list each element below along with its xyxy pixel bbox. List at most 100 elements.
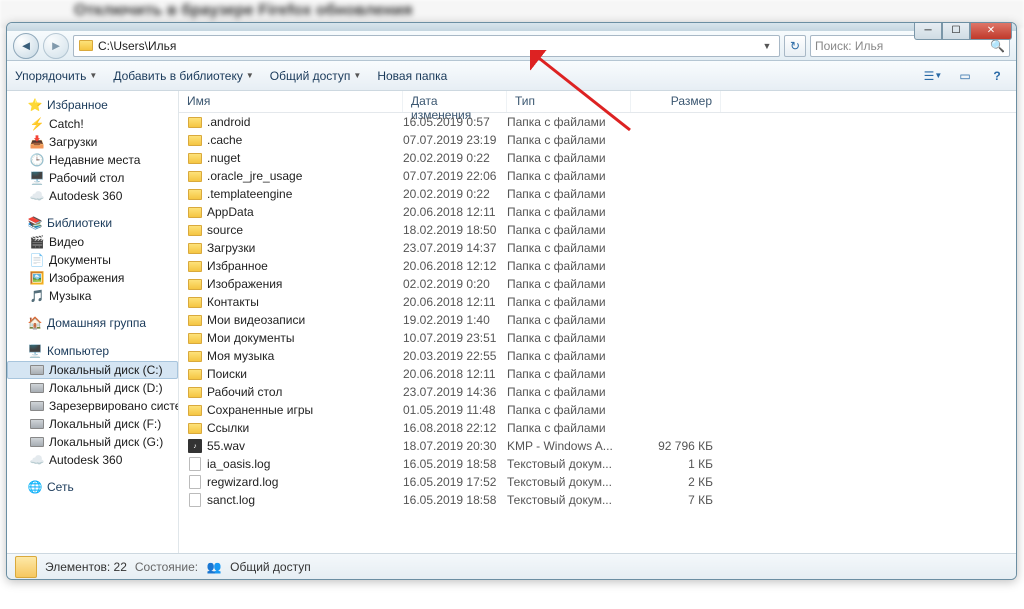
nav-item-icon: 🖼️ — [29, 270, 45, 286]
forward-button[interactable]: ► — [43, 33, 69, 59]
file-name: Сохраненные игры — [207, 403, 313, 417]
new-folder-button[interactable]: Новая папка — [377, 69, 447, 83]
close-button[interactable]: ✕ — [970, 22, 1012, 40]
file-row[interactable]: source 18.02.2019 18:50 Папка с файлами — [179, 221, 1016, 239]
organize-menu[interactable]: Упорядочить▼ — [15, 69, 97, 83]
file-name: ia_oasis.log — [207, 457, 270, 471]
nav-item[interactable]: Локальный диск (D:) — [7, 379, 178, 397]
file-type-icon — [187, 492, 203, 508]
nav-favorites[interactable]: ⭐Избранное — [7, 95, 178, 115]
file-name: .android — [207, 115, 250, 129]
folder-icon — [78, 38, 94, 54]
drive-icon: ☁️ — [29, 452, 45, 468]
file-row[interactable]: .cache 07.07.2019 23:19 Папка с файлами — [179, 131, 1016, 149]
chevron-down-icon: ▼ — [246, 71, 254, 80]
share-menu[interactable]: Общий доступ▼ — [270, 69, 362, 83]
nav-homegroup[interactable]: 🏠Домашняя группа — [7, 313, 178, 333]
file-date: 20.02.2019 0:22 — [403, 187, 507, 201]
refresh-button[interactable]: ↻ — [784, 35, 806, 57]
drive-icon — [29, 398, 45, 414]
minimize-button[interactable]: ─ — [914, 22, 942, 40]
back-button[interactable]: ◄ — [13, 33, 39, 59]
file-row[interactable]: ia_oasis.log 16.05.2019 18:58 Текстовый … — [179, 455, 1016, 473]
status-shared: Общий доступ — [230, 560, 311, 574]
add-library-menu[interactable]: Добавить в библиотеку▼ — [113, 69, 253, 83]
maximize-button[interactable]: ☐ — [942, 22, 970, 40]
file-name: regwizard.log — [207, 475, 278, 489]
nav-item[interactable]: ☁️Autodesk 360 — [7, 451, 178, 469]
nav-item[interactable]: 🎵Музыка — [7, 287, 178, 305]
file-row[interactable]: Избранное 20.06.2018 12:12 Папка с файла… — [179, 257, 1016, 275]
file-type-icon — [187, 222, 203, 238]
file-type-icon — [187, 348, 203, 364]
file-row[interactable]: Мои документы 10.07.2019 23:51 Папка с ф… — [179, 329, 1016, 347]
file-row[interactable]: Моя музыка 20.03.2019 22:55 Папка с файл… — [179, 347, 1016, 365]
address-dropdown[interactable]: ▼ — [759, 36, 775, 56]
address-bar[interactable]: C:\Users\Илья ▼ — [73, 35, 780, 57]
file-type-icon — [187, 294, 203, 310]
file-row[interactable]: Сохраненные игры 01.05.2019 11:48 Папка … — [179, 401, 1016, 419]
file-row[interactable]: .android 16.05.2019 0:57 Папка с файлами — [179, 113, 1016, 131]
nav-item[interactable]: 🖼️Изображения — [7, 269, 178, 287]
nav-network[interactable]: 🌐Сеть — [7, 477, 178, 497]
file-name: Изображения — [207, 277, 282, 291]
file-row[interactable]: Изображения 02.02.2019 0:20 Папка с файл… — [179, 275, 1016, 293]
file-row[interactable]: Мои видеозаписи 19.02.2019 1:40 Папка с … — [179, 311, 1016, 329]
file-row[interactable]: regwizard.log 16.05.2019 17:52 Текстовый… — [179, 473, 1016, 491]
file-name: .oracle_jre_usage — [207, 169, 302, 183]
nav-item[interactable]: 🖥️Рабочий стол — [7, 169, 178, 187]
file-type: Папка с файлами — [507, 367, 631, 381]
file-size: 2 КБ — [631, 475, 721, 489]
file-type-icon — [187, 258, 203, 274]
file-row[interactable]: ♪55.wav 18.07.2019 20:30 KMP - Windows A… — [179, 437, 1016, 455]
status-count: Элементов: 22 — [45, 560, 127, 574]
nav-item-icon: 🎬 — [29, 234, 45, 250]
preview-pane-button[interactable]: ▭ — [954, 65, 976, 87]
file-type: Папка с файлами — [507, 259, 631, 273]
file-row[interactable]: Загрузки 23.07.2019 14:37 Папка с файлам… — [179, 239, 1016, 257]
status-bar: Элементов: 22 Состояние: 👥 Общий доступ — [7, 553, 1016, 579]
search-icon[interactable]: 🔍 — [990, 39, 1005, 53]
nav-item[interactable]: Зарезервировано системой — [7, 397, 178, 415]
file-name: Загрузки — [207, 241, 255, 255]
col-size[interactable]: Размер — [631, 91, 721, 112]
nav-item[interactable]: 🎬Видео — [7, 233, 178, 251]
file-date: 07.07.2019 23:19 — [403, 133, 507, 147]
people-icon: 👥 — [206, 559, 222, 575]
help-button[interactable]: ? — [986, 65, 1008, 87]
file-row[interactable]: AppData 20.06.2018 12:11 Папка с файлами — [179, 203, 1016, 221]
file-row[interactable]: .nuget 20.02.2019 0:22 Папка с файлами — [179, 149, 1016, 167]
nav-item[interactable]: 🕒Недавние места — [7, 151, 178, 169]
col-type[interactable]: Тип — [507, 91, 631, 112]
titlebar[interactable] — [7, 23, 1016, 31]
drive-icon — [29, 362, 45, 378]
nav-item[interactable]: ⚡Catch! — [7, 115, 178, 133]
nav-computer[interactable]: 🖥️Компьютер — [7, 341, 178, 361]
folder-icon — [15, 556, 37, 578]
nav-item[interactable]: Локальный диск (G:) — [7, 433, 178, 451]
file-row[interactable]: Рабочий стол 23.07.2019 14:36 Папка с фа… — [179, 383, 1016, 401]
file-row[interactable]: sanct.log 16.05.2019 18:58 Текстовый док… — [179, 491, 1016, 509]
file-row[interactable]: Ссылки 16.08.2018 22:12 Папка с файлами — [179, 419, 1016, 437]
nav-item[interactable]: ☁️Autodesk 360 — [7, 187, 178, 205]
file-row[interactable]: Поиски 20.06.2018 12:11 Папка с файлами — [179, 365, 1016, 383]
file-type-icon — [187, 114, 203, 130]
file-row[interactable]: Контакты 20.06.2018 12:11 Папка с файлам… — [179, 293, 1016, 311]
view-options-button[interactable]: ☰ ▼ — [922, 65, 944, 87]
file-name: Рабочий стол — [207, 385, 282, 399]
nav-item[interactable]: Локальный диск (F:) — [7, 415, 178, 433]
file-list[interactable]: .android 16.05.2019 0:57 Папка с файлами… — [179, 113, 1016, 553]
nav-item[interactable]: 📥Загрузки — [7, 133, 178, 151]
file-name: .templateengine — [207, 187, 292, 201]
col-name[interactable]: Имя — [179, 91, 403, 112]
nav-item[interactable]: 📄Документы — [7, 251, 178, 269]
file-name: source — [207, 223, 243, 237]
file-row[interactable]: .templateengine 20.02.2019 0:22 Папка с … — [179, 185, 1016, 203]
col-date[interactable]: Дата изменения — [403, 91, 507, 112]
column-headers: Имя Дата изменения Тип Размер — [179, 91, 1016, 113]
file-row[interactable]: .oracle_jre_usage 07.07.2019 22:06 Папка… — [179, 167, 1016, 185]
file-type: Папка с файлами — [507, 385, 631, 399]
file-type-icon — [187, 240, 203, 256]
nav-item[interactable]: Локальный диск (C:) — [7, 361, 178, 379]
nav-libraries[interactable]: 📚Библиотеки — [7, 213, 178, 233]
